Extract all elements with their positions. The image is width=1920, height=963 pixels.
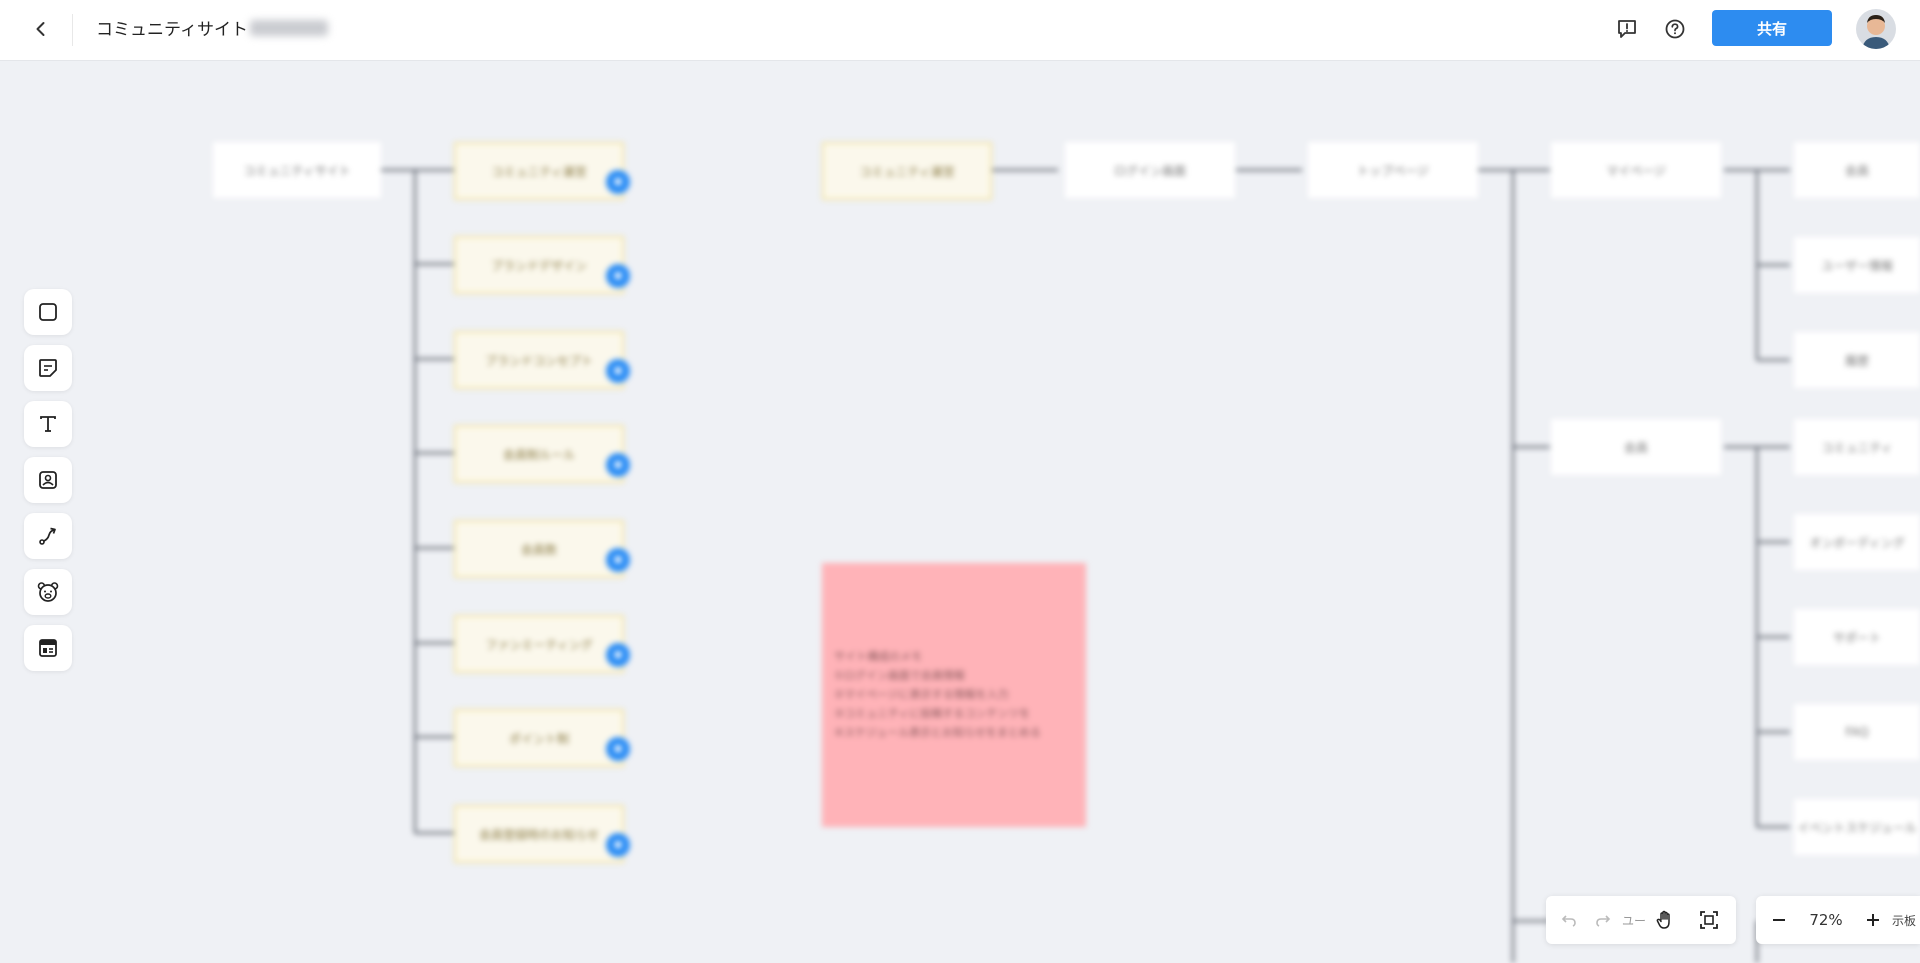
flow-node-2[interactable]: ログイン画面	[1065, 142, 1235, 198]
minus-icon	[1773, 919, 1785, 921]
rectangle-tool[interactable]	[24, 289, 72, 335]
sticky-note-tool[interactable]	[24, 345, 72, 391]
board-title-text: コミュニティサイト	[96, 20, 248, 40]
tree-node-label: コミュニティ運営	[491, 164, 587, 179]
sticky-line: ①ログイン画面で会員情報	[834, 669, 965, 682]
tree-node-label: 会員制ルール	[502, 447, 575, 462]
back-button[interactable]	[26, 14, 56, 44]
sticky-line: ②マイページに表示する情報を入力	[834, 688, 1009, 701]
sticky-note-icon	[39, 359, 57, 377]
redo-button[interactable]	[1586, 903, 1620, 937]
chevron-left-icon	[36, 22, 45, 36]
sub-node-5[interactable]: イベントスケジュール	[1794, 799, 1920, 855]
rectangle-icon	[39, 303, 57, 321]
tree-node-5[interactable]: 会員数 ●	[454, 520, 630, 578]
avatar[interactable]	[1856, 9, 1896, 49]
branch-node-3[interactable]: 会員	[1551, 419, 1721, 475]
fit-screen-icon	[1700, 911, 1718, 929]
node-badge: ●	[606, 170, 630, 194]
help-icon	[1665, 19, 1685, 39]
sub-node-1[interactable]: コミュニティ	[1794, 419, 1920, 475]
tree-node-2[interactable]: ブランドデザイン ●	[454, 236, 630, 294]
header-divider	[72, 14, 73, 46]
undo-icon	[1561, 915, 1576, 927]
image-tool[interactable]	[24, 457, 72, 503]
text-icon	[40, 416, 56, 432]
tree-node-label: 会員登録時のお知らせ	[479, 827, 599, 842]
sub-node-2[interactable]: オンボーディング	[1794, 514, 1920, 570]
tree-node-7[interactable]: ポイント制 ●	[454, 709, 630, 767]
node-badge: ●	[606, 453, 630, 477]
image-icon	[39, 471, 57, 489]
node-badge: ●	[606, 737, 630, 761]
history-toolbar: ユー	[1546, 896, 1736, 944]
tree-node-label: ファンミーティング	[485, 637, 593, 652]
board-title[interactable]: コミュニティサイト	[96, 15, 328, 40]
connector-tool[interactable]	[24, 513, 72, 559]
tree-node-6[interactable]: ファンミーティング ●	[454, 615, 630, 673]
tree-node-4[interactable]: 会員制ルール ●	[454, 425, 630, 483]
whiteboard-canvas[interactable]: コミュニティサイト コミュニティ運営 ● ブランドデザイン ● ブランドコンセプト ●…	[0, 61, 1920, 963]
flow-node-3[interactable]: トップページ	[1308, 142, 1478, 198]
node-badge: ●	[606, 643, 630, 667]
tree-node-label: ポイント制	[508, 731, 569, 746]
plus-icon	[1867, 914, 1879, 926]
redo-icon	[1596, 915, 1611, 927]
flow-node-1[interactable]: コミュニティ運営	[822, 142, 992, 200]
sticker-tool[interactable]	[24, 569, 72, 615]
sticky-line: ④スケジュール表示とお知らせをまとめる	[834, 726, 1041, 739]
redacted-title-suffix	[249, 19, 328, 36]
top-header: コミュニティサイト 共有	[0, 0, 1920, 61]
node-badge: ●	[606, 264, 630, 288]
branch-node-2[interactable]: 履歴	[1794, 332, 1920, 388]
node-badge: ●	[606, 359, 630, 383]
help-button[interactable]	[1659, 13, 1691, 45]
bulletin-board-label[interactable]: 示板	[1892, 912, 1916, 929]
flow-node-5[interactable]: 会員	[1794, 142, 1920, 198]
hand-icon	[1656, 910, 1670, 929]
sticky-note[interactable]: サイト構成のメモ ①ログイン画面で会員情報 ②マイページに表示する情報を入力 ③…	[822, 563, 1086, 827]
zoom-out-button[interactable]	[1762, 903, 1796, 937]
feedback-icon	[1618, 20, 1636, 38]
zoom-toolbar: 72% 示板	[1756, 896, 1920, 944]
sticky-line: ③コミュニティに投稿するコンテンツを	[834, 707, 1031, 720]
template-icon	[39, 639, 57, 657]
text-tool[interactable]	[24, 401, 72, 447]
sticky-line: サイト構成のメモ	[834, 650, 922, 663]
node-badge: ●	[606, 548, 630, 572]
node-badge: ●	[606, 833, 630, 857]
tree-node-3[interactable]: ブランドコンセプト ●	[454, 331, 630, 389]
template-tool[interactable]	[24, 625, 72, 671]
undo-button[interactable]	[1552, 903, 1586, 937]
branch-node-1[interactable]: ユーザー情報	[1794, 237, 1920, 293]
feedback-button[interactable]	[1611, 13, 1643, 45]
zoom-level[interactable]: 72%	[1796, 911, 1856, 929]
tree-node-1[interactable]: コミュニティ運営 ●	[454, 142, 630, 200]
root-node[interactable]: コミュニティサイト	[213, 142, 381, 198]
connector-icon	[39, 527, 56, 545]
share-button[interactable]: 共有	[1712, 10, 1832, 46]
bear-sticker-icon	[37, 582, 59, 602]
zoom-in-button[interactable]	[1856, 903, 1890, 937]
sub-node-3[interactable]: サポート	[1794, 609, 1920, 665]
flow-node-4[interactable]: マイページ	[1551, 142, 1721, 198]
canvas-content: コミュニティサイト コミュニティ運営 ● ブランドデザイン ● ブランドコンセプト ●…	[0, 61, 1920, 963]
user-avatar-icon	[1856, 9, 1896, 49]
sub-node-4[interactable]: FAQ	[1794, 704, 1920, 760]
tree-node-8[interactable]: 会員登録時のお知らせ ●	[454, 805, 630, 863]
fit-screen-button[interactable]	[1692, 903, 1726, 937]
hand-tool-button[interactable]	[1648, 903, 1682, 937]
tree-node-label: 会員数	[520, 542, 557, 557]
partial-hint-text: ユー	[1622, 913, 1647, 928]
tree-node-label: ブランドデザイン	[490, 258, 587, 273]
tree-node-label: ブランドコンセプト	[484, 353, 593, 368]
